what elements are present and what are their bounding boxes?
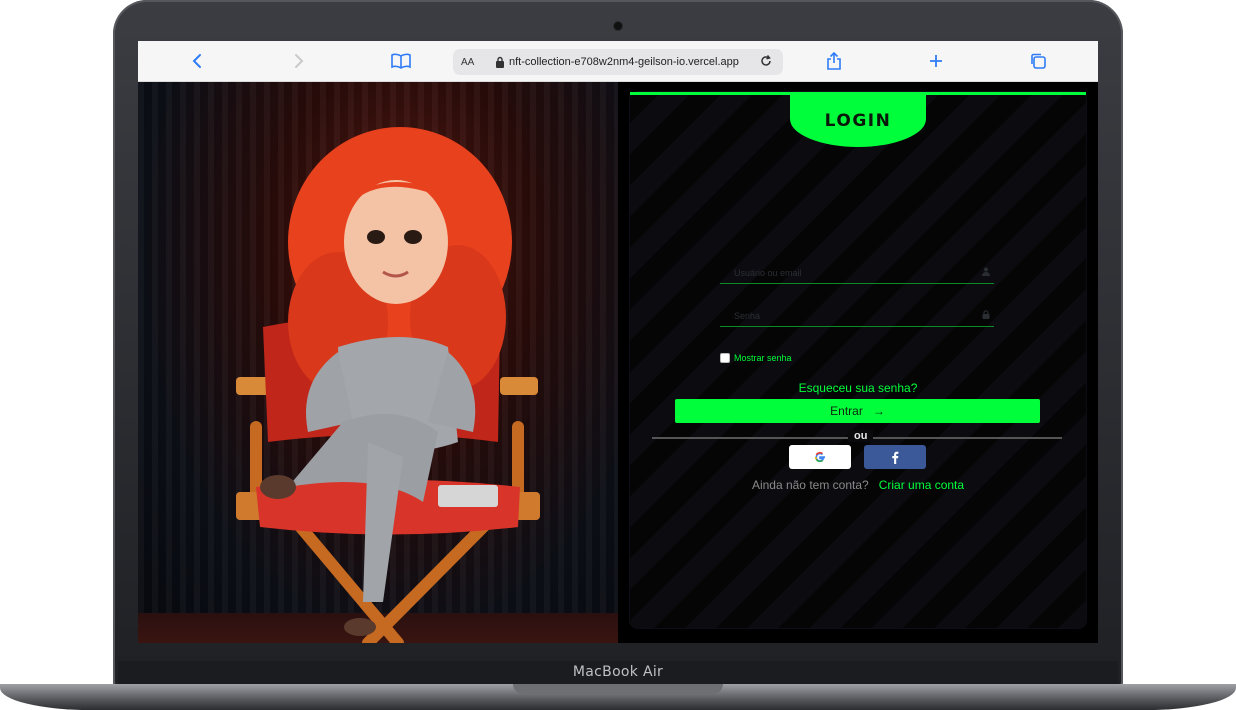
forward-icon[interactable] (290, 50, 308, 72)
lock-icon (496, 56, 504, 68)
no-account-text: Ainda não tem conta? (751, 478, 869, 492)
lock-icon (978, 309, 994, 322)
hero-illustration (138, 82, 618, 643)
forgot-password-link[interactable]: Esqueceu sua senha? (630, 381, 1086, 395)
submit-label: Entrar (830, 404, 863, 418)
user-input[interactable] (720, 267, 978, 278)
text-size-button[interactable]: AA (461, 57, 487, 68)
page-content: LOGIN Most (138, 82, 1098, 643)
login-panel: LOGIN Most (618, 82, 1098, 643)
device-label: MacBook Air (572, 664, 664, 680)
browser-toolbar: AA nft-collection-e708w2nm4-geilson-io.v… (138, 41, 1098, 82)
signup-row: Ainda não tem conta? Criar uma conta (630, 478, 1086, 492)
reload-icon[interactable] (759, 54, 775, 71)
google-icon (814, 451, 825, 463)
password-input[interactable] (720, 310, 978, 321)
share-icon[interactable] (824, 50, 844, 72)
divider-label: ou (848, 430, 874, 442)
login-title: LOGIN (790, 95, 926, 147)
password-field[interactable] (720, 305, 994, 327)
facebook-icon (892, 451, 899, 464)
laptop-mockup: MacBook Air AA nft-collection-e708w2nm4-… (0, 0, 1236, 710)
address-bar[interactable]: AA nft-collection-e708w2nm4-geilson-io.v… (453, 49, 783, 75)
login-card: LOGIN Most (630, 92, 1086, 628)
character-illustration (236, 127, 540, 643)
screen: AA nft-collection-e708w2nm4-geilson-io.v… (138, 41, 1098, 643)
show-password-label: Mostrar senha (734, 353, 792, 363)
laptop-notch (513, 684, 723, 694)
create-account-link[interactable]: Criar uma conta (879, 478, 964, 492)
show-password-toggle[interactable]: Mostrar senha (720, 353, 792, 363)
back-icon[interactable] (188, 50, 206, 72)
facebook-login-button[interactable] (864, 445, 926, 469)
show-password-checkbox[interactable] (720, 353, 730, 363)
arrow-right-icon: → (872, 404, 885, 418)
user-icon (978, 267, 994, 279)
tabs-icon[interactable] (1028, 50, 1048, 72)
submit-button[interactable]: Entrar → (675, 399, 1040, 423)
google-login-button[interactable] (789, 445, 851, 469)
webcam (614, 22, 622, 30)
plus-icon[interactable] (926, 50, 946, 72)
user-field[interactable] (720, 262, 994, 284)
url-text: nft-collection-e708w2nm4-geilson-io.verc… (509, 56, 739, 68)
book-icon[interactable] (390, 50, 412, 72)
